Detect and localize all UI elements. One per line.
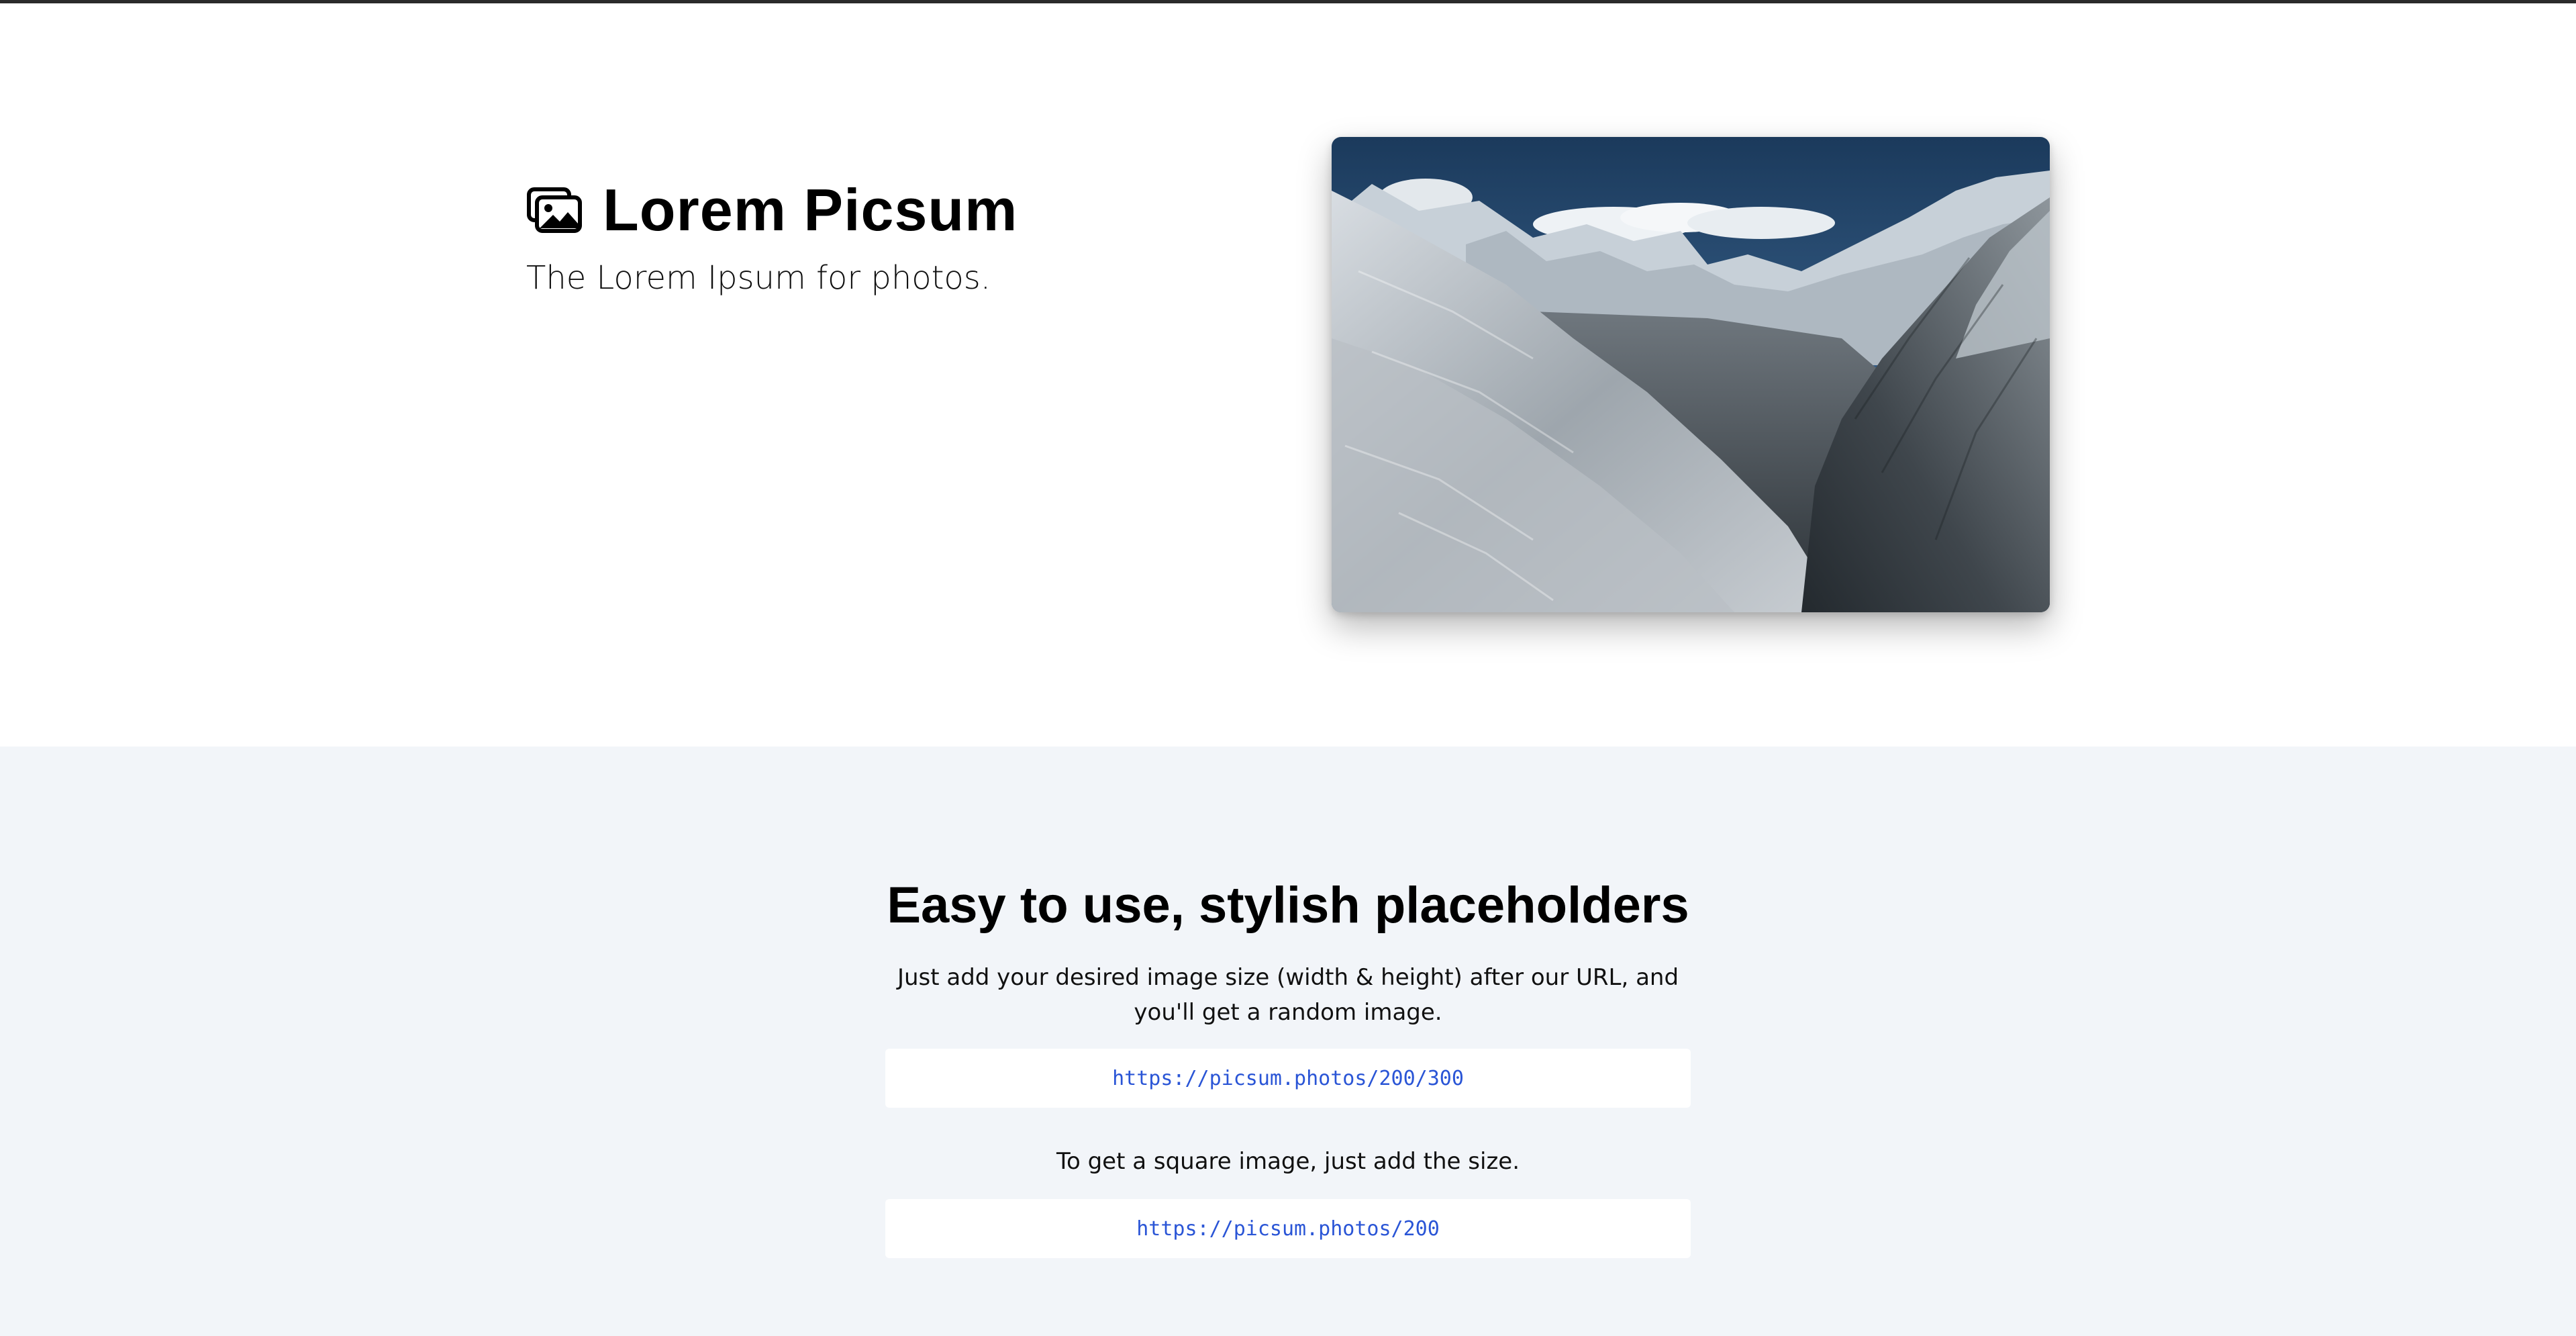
photos-icon [526, 187, 583, 234]
example-url[interactable]: https://picsum.photos/200/300 [1112, 1067, 1464, 1090]
brand: Lorem Picsum [526, 177, 1018, 244]
hero-section: Lorem Picsum The Lorem Ipsum for photos. [0, 3, 2576, 747]
usage-heading: Easy to use, stylish placeholders [887, 877, 1689, 934]
square-url[interactable]: https://picsum.photos/200 [1136, 1217, 1440, 1241]
usage-section: Easy to use, stylish placeholders Just a… [0, 747, 2576, 1336]
square-image-text: To get a square image, just add the size… [1056, 1148, 1520, 1175]
square-url-box[interactable]: https://picsum.photos/200 [885, 1199, 1691, 1258]
example-url-box[interactable]: https://picsum.photos/200/300 [885, 1049, 1691, 1108]
site-title: Lorem Picsum [603, 177, 1018, 243]
usage-intro-text: Just add your desired image size (width … [897, 964, 1679, 1026]
hero-photo [1332, 137, 2050, 612]
site-tagline: The Lorem Ipsum for photos. [526, 259, 991, 297]
